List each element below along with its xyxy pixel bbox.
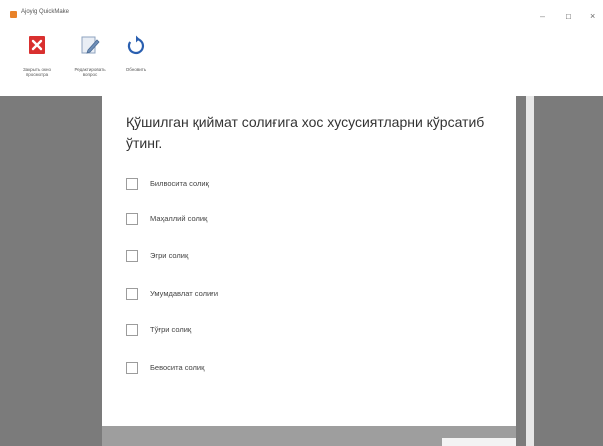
- close-window-button[interactable]: ×: [590, 12, 595, 21]
- app-logo-icon: [10, 11, 17, 18]
- option-checkbox[interactable]: [126, 213, 138, 225]
- option-checkbox[interactable]: [126, 288, 138, 300]
- edit-question-button[interactable]: Редактировать вопрос: [68, 33, 112, 93]
- next-button[interactable]: [442, 438, 516, 446]
- option-label: Умумдавлат солиғи: [150, 289, 219, 298]
- edit-icon: [81, 36, 100, 54]
- option-checkbox[interactable]: [126, 250, 138, 262]
- minimize-button[interactable]: –: [540, 12, 545, 21]
- toolbar: Закрыть окно просмотра Редактировать воп…: [0, 28, 603, 96]
- scrollbar-track[interactable]: [526, 96, 534, 446]
- close-preview-icon: [29, 36, 45, 54]
- option-label: Маҳаллий солиқ: [150, 214, 208, 223]
- edit-question-label: Редактировать вопрос: [74, 67, 106, 77]
- maximize-button[interactable]: □: [566, 12, 571, 21]
- title-bar: Ajoyig QuickMake – □ ×: [0, 0, 603, 28]
- option-checkbox[interactable]: [126, 178, 138, 190]
- option-label: Тўғри солиқ: [150, 325, 192, 334]
- option-checkbox[interactable]: [126, 324, 138, 336]
- window-title: Ajoyig QuickMake: [21, 9, 70, 15]
- option-label: Билвосита солиқ: [150, 179, 209, 188]
- option-label: Эгри солиқ: [150, 251, 189, 260]
- refresh-label: Обновить: [125, 67, 147, 72]
- option-label: Бевосита солиқ: [150, 363, 205, 372]
- close-preview-label: Закрыть окно просмотра: [22, 67, 52, 77]
- question-text: Қўшилган қиймат солиғига хос хусусиятлар…: [126, 114, 485, 151]
- refresh-icon: [127, 35, 145, 55]
- refresh-button[interactable]: Обновить: [114, 33, 158, 93]
- option-checkbox[interactable]: [126, 362, 138, 374]
- close-preview-button[interactable]: Закрыть окно просмотра: [15, 33, 59, 93]
